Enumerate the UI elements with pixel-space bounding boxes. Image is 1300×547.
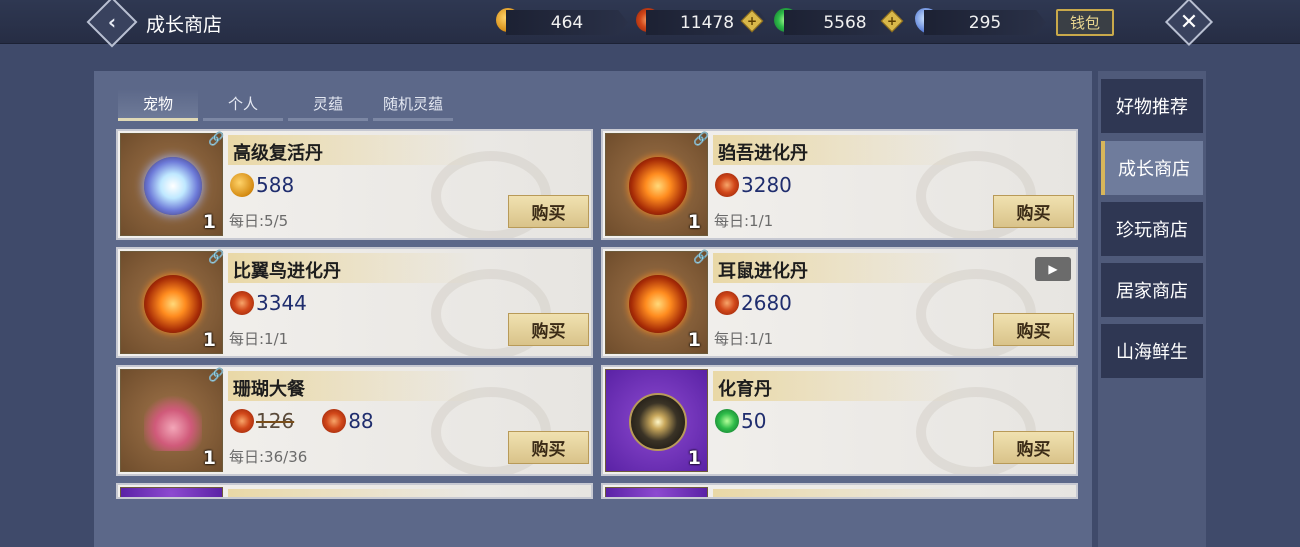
buy-button[interactable]: 购买 [993, 431, 1074, 464]
red-swirl-coin-icon [230, 291, 254, 315]
item-thumbnail: 1 [605, 133, 708, 236]
price-value: 3344 [256, 291, 307, 315]
shop-item-card[interactable]: 1 化育丹 50 购买 [601, 365, 1078, 476]
shop-category-sidebar: 好物推荐 成长商店 珍玩商店 居家商店 山海鲜生 [1098, 71, 1206, 547]
item-name: 珊瑚大餐 [233, 379, 305, 400]
price-value: 3280 [741, 173, 792, 197]
price-value: 50 [741, 409, 767, 433]
red-swirl-coin-icon [230, 409, 254, 433]
currency-crystal-amount: 295 [924, 10, 1046, 35]
item-price: 50 [715, 409, 766, 433]
daily-limit: 每日:5/5 [229, 212, 289, 230]
shop-panel: 宠物 个人 灵蕴 随机灵蕴 1 🔗 高级复活丹 588 每日:5/5 购买 1 … [94, 71, 1092, 547]
crystal-orb-icon [144, 157, 202, 215]
daily-limit: 每日:1/1 [229, 330, 289, 348]
page-title: 成长商店 [146, 14, 223, 36]
item-thumbnail: 1 [605, 251, 708, 354]
red-swirl-coin-icon [715, 173, 739, 197]
currency-gold-amount: 464 [506, 10, 628, 35]
category-tabs: 宠物 个人 灵蕴 随机灵蕴 [118, 89, 458, 121]
item-price: 588 [230, 173, 294, 197]
item-name: 化育丹 [718, 379, 772, 400]
daily-limit: 每日:1/1 [714, 330, 774, 348]
item-name: 比翼鸟进化丹 [233, 261, 341, 282]
item-thumbnail [120, 487, 223, 497]
price-value: 2680 [741, 291, 792, 315]
buy-button[interactable]: 购买 [993, 195, 1074, 228]
item-quantity: 1 [687, 447, 701, 469]
item-quantity: 1 [202, 211, 216, 233]
link-icon: 🔗 [693, 132, 710, 147]
red-swirl-coin-icon [715, 291, 739, 315]
price-value: 588 [256, 173, 295, 197]
top-bar: ‹ 成长商店 464 11478 + 5568 + 295 钱包 ✕ [0, 0, 1300, 48]
red-swirl-coin-icon [322, 409, 347, 433]
item-thumbnail: 1 [120, 133, 223, 236]
sidebar-item-recommended[interactable]: 好物推荐 [1101, 79, 1203, 133]
shop-item-card[interactable]: 1 🔗 驺吾进化丹 3280 每日:1/1 购买 [601, 129, 1078, 240]
item-name: 高级复活丹 [233, 143, 323, 164]
shop-item-card[interactable]: 1 🔗 耳鼠进化丹 ▶ 2680 每日:1/1 购买 [601, 247, 1078, 358]
chevron-left-icon: ‹ [107, 10, 117, 34]
item-thumbnail [605, 487, 708, 497]
shop-item-card[interactable]: 1 🔗 比翼鸟进化丹 3344 每日:1/1 购买 [116, 247, 593, 358]
video-camera-icon[interactable]: ▶ [1035, 257, 1071, 281]
buy-button[interactable]: 购买 [993, 313, 1074, 346]
close-button[interactable]: ✕ [1164, 0, 1214, 47]
item-quantity: 1 [687, 329, 701, 351]
link-icon: 🔗 [693, 250, 710, 265]
sidebar-item-home-shop[interactable]: 居家商店 [1101, 263, 1203, 317]
tab-pet[interactable]: 宠物 [118, 89, 198, 121]
buy-button[interactable]: 购买 [508, 313, 589, 346]
price-value: 88 [348, 409, 374, 433]
original-price: 126 [256, 409, 295, 433]
item-price: 3280 [715, 173, 792, 197]
fire-orb-icon [144, 275, 202, 333]
shop-item-card-partial[interactable] [116, 483, 593, 499]
fire-orb-icon [629, 275, 687, 333]
sidebar-item-fresh-shop[interactable]: 山海鲜生 [1101, 324, 1203, 378]
daily-limit: 每日:1/1 [714, 212, 774, 230]
item-quantity: 1 [202, 329, 216, 351]
item-thumbnail: 1 [120, 251, 223, 354]
item-name: 耳鼠进化丹 [718, 261, 808, 282]
dark-orb-icon [629, 393, 687, 451]
item-thumbnail: 1 [120, 369, 223, 472]
item-thumbnail: 1 [605, 369, 708, 472]
link-icon: 🔗 [208, 250, 225, 265]
link-icon: 🔗 [208, 368, 225, 383]
daily-limit: 每日:36/36 [229, 448, 308, 466]
shop-item-card[interactable]: 1 🔗 高级复活丹 588 每日:5/5 购买 [116, 129, 593, 240]
sidebar-item-treasure-shop[interactable]: 珍玩商店 [1101, 202, 1203, 256]
link-icon: 🔗 [208, 132, 225, 147]
wallet-button[interactable]: 钱包 [1056, 9, 1114, 36]
sidebar-item-growth-shop[interactable]: 成长商店 [1101, 141, 1203, 195]
shop-item-card[interactable]: 1 🔗 珊瑚大餐 126 88 每日:36/36 购买 [116, 365, 593, 476]
tab-spirit[interactable]: 灵蕴 [288, 89, 368, 121]
item-quantity: 1 [687, 211, 701, 233]
buy-button[interactable]: 购买 [508, 195, 589, 228]
item-name: 驺吾进化丹 [718, 143, 808, 164]
item-price: 3344 [230, 291, 307, 315]
back-button[interactable]: ‹ [86, 0, 138, 48]
gold-coin-icon [230, 173, 254, 197]
shop-item-card-partial[interactable] [601, 483, 1078, 499]
tab-personal[interactable]: 个人 [203, 89, 283, 121]
tab-random-spirit[interactable]: 随机灵蕴 [373, 89, 453, 121]
item-price: 2680 [715, 291, 792, 315]
item-price: 126 88 [230, 409, 374, 433]
coral-icon [144, 393, 202, 451]
item-quantity: 1 [202, 447, 216, 469]
fire-orb-icon [629, 157, 687, 215]
buy-button[interactable]: 购买 [508, 431, 589, 464]
jade-coin-icon [715, 409, 739, 433]
close-icon: ✕ [1179, 9, 1199, 35]
